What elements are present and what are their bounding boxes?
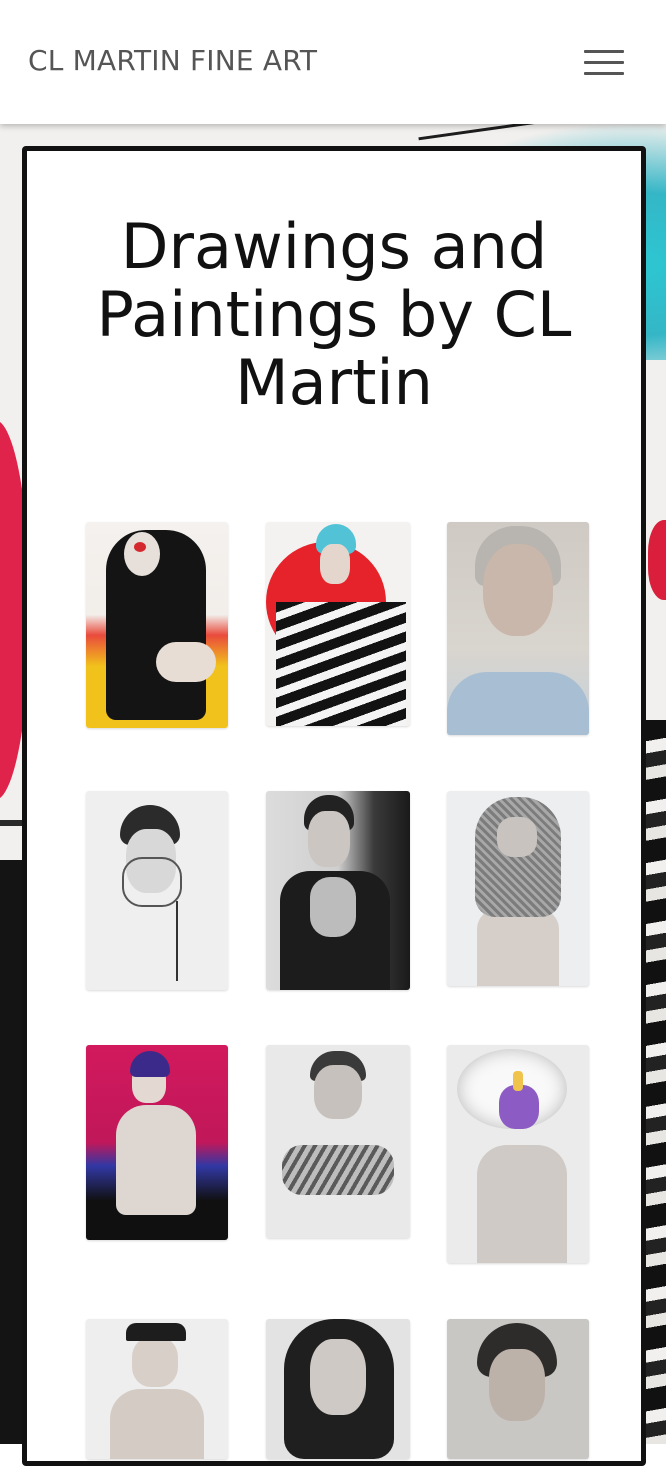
artwork-face — [132, 1337, 178, 1387]
artwork-face — [489, 1349, 545, 1421]
gallery-thumbnail[interactable] — [266, 522, 410, 726]
gallery-thumbnail[interactable] — [266, 1045, 410, 1238]
artwork-cap — [126, 1323, 186, 1341]
artwork-hands — [122, 857, 182, 907]
artwork-hair — [130, 1051, 170, 1077]
gallery-thumbnail[interactable] — [266, 1319, 410, 1459]
menu-bar — [584, 61, 624, 64]
content-panel: Drawings and Paintings by CL Martin — [22, 146, 646, 1466]
menu-bar — [584, 72, 624, 75]
artwork-face — [320, 544, 350, 584]
artwork-shirt — [447, 672, 589, 735]
hamburger-menu-icon[interactable] — [580, 46, 628, 80]
artwork-unicorn-mask — [499, 1085, 539, 1129]
gallery-thumbnail[interactable] — [447, 1045, 589, 1263]
artwork-face — [124, 532, 160, 576]
gallery-thumbnail[interactable] — [86, 1045, 228, 1240]
gallery-thumbnail[interactable] — [266, 791, 410, 990]
artwork-face — [497, 817, 537, 857]
gallery-thumbnail[interactable] — [447, 522, 589, 735]
artwork-line — [176, 901, 178, 981]
gallery-thumbnail[interactable] — [447, 791, 589, 986]
gallery-thumbnail[interactable] — [86, 522, 228, 728]
artwork-detail — [134, 542, 146, 552]
artwork-face — [483, 544, 553, 636]
artwork-face — [308, 811, 350, 867]
gallery-thumbnail[interactable] — [86, 791, 228, 990]
artwork-body — [477, 909, 559, 986]
artwork-tattooed-arms — [282, 1145, 394, 1195]
artwork-detail — [310, 877, 356, 937]
site-header: CL MARTIN FINE ART — [0, 0, 666, 124]
artwork-body — [116, 1105, 196, 1215]
artwork-detail — [156, 642, 216, 682]
artwork-horn — [513, 1071, 523, 1091]
page-title: Drawings and Paintings by CL Martin — [96, 210, 572, 419]
artwork-body — [477, 1145, 567, 1263]
artwork-face — [310, 1339, 366, 1415]
artwork-body — [110, 1389, 204, 1459]
gallery-thumbnail[interactable] — [86, 1319, 228, 1459]
menu-bar — [584, 50, 624, 53]
artwork-chainmail-hood — [475, 797, 561, 917]
artwork-striped-coat — [276, 602, 406, 726]
site-title-link[interactable]: CL MARTIN FINE ART — [28, 44, 317, 77]
gallery-thumbnail[interactable] — [447, 1319, 589, 1459]
artwork-face — [314, 1065, 362, 1119]
background-red-accent — [648, 520, 666, 600]
